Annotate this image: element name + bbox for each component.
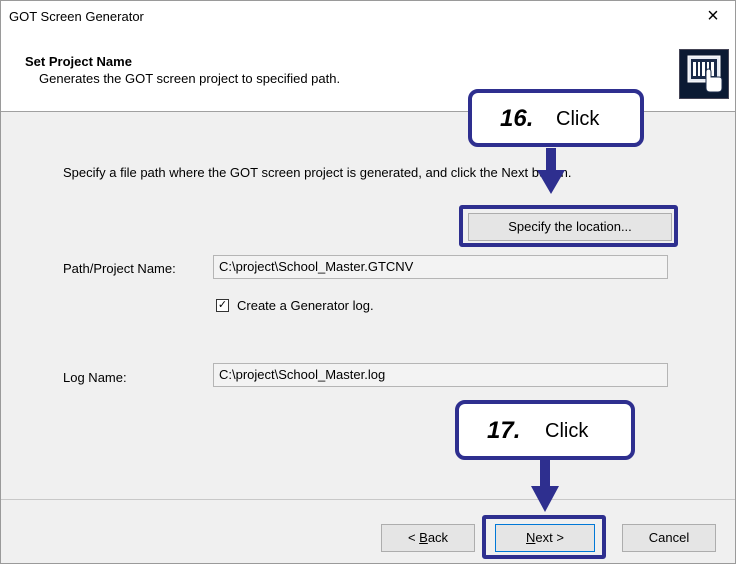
instruction-text: Specify a file path where the GOT screen… [63, 165, 572, 180]
create-log-label: Create a Generator log. [237, 298, 374, 313]
step16-number: 16. [500, 105, 534, 132]
create-log-checkbox[interactable]: ✓ [216, 299, 229, 312]
step17-highlight [482, 515, 606, 559]
back-label-prefix: < [407, 530, 420, 545]
close-button[interactable]: × [691, 1, 735, 31]
title-bar: GOT Screen Generator × [1, 1, 735, 31]
step16-arrow-head [537, 170, 565, 194]
step17-arrow-head [531, 486, 559, 512]
step17-callout: 17. Click [455, 400, 635, 460]
step16-callout: 16. Click [468, 89, 644, 147]
step16-highlight [459, 205, 678, 247]
touch-panel-icon [679, 49, 729, 99]
back-label-rest: ack [427, 530, 449, 545]
log-name-label: Log Name: [63, 370, 127, 385]
page-title: Set Project Name [25, 54, 132, 69]
cancel-button[interactable]: Cancel [622, 524, 716, 552]
dialog-window: GOT Screen Generator × Set Project Name … [0, 0, 736, 564]
step16-text: Click [556, 108, 600, 130]
step17-text: Click [545, 420, 589, 442]
step16-arrow-shaft [546, 148, 556, 172]
step17-number: 17. [487, 417, 521, 444]
path-project-name-field[interactable]: C:\project\School_Master.GTCNV [213, 255, 668, 279]
path-project-name-label: Path/Project Name: [63, 261, 176, 276]
footer-separator [1, 499, 735, 500]
window-title: GOT Screen Generator [9, 9, 144, 24]
log-name-field[interactable]: C:\project\School_Master.log [213, 363, 668, 387]
back-button[interactable]: < Back [381, 524, 475, 552]
back-label-key: B [419, 530, 428, 545]
page-subtitle: Generates the GOT screen project to spec… [39, 71, 341, 86]
